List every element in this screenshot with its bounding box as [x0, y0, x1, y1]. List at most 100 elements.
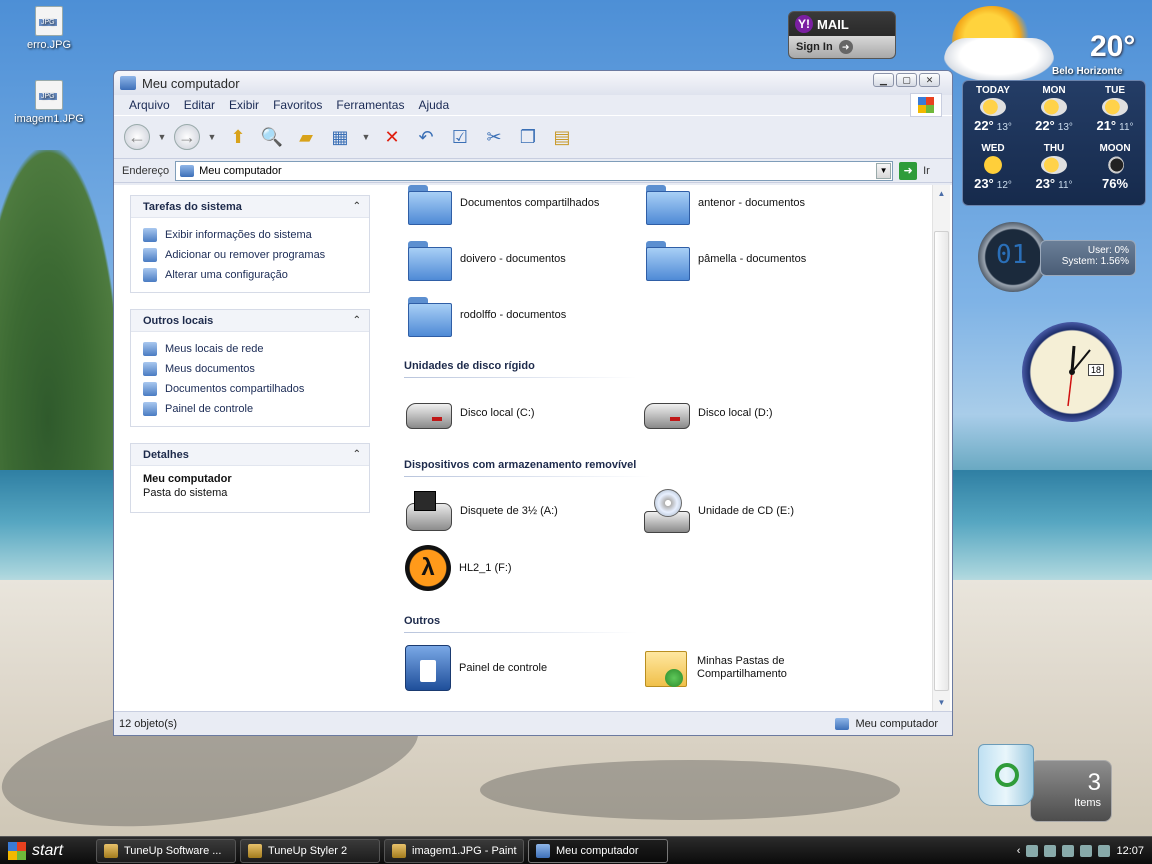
current-temperature: 20°: [1090, 30, 1136, 63]
cd-drive[interactable]: Unidade de CD (E:): [642, 489, 794, 533]
folders-button[interactable]: ▰: [292, 123, 320, 151]
taskbar-item-tuneup-software[interactable]: TuneUp Software ...: [96, 838, 236, 863]
tray-clock[interactable]: 12:07: [1116, 845, 1144, 857]
content-area: Tarefas do sistema ⌃ Exibir informações …: [114, 185, 952, 711]
place-my-documents[interactable]: Meus documentos: [143, 359, 357, 379]
weather-widget[interactable]: TODAY 22° 13° MON 22° 13° TUE 21° 11° WED 2…: [962, 80, 1146, 206]
tray-expand-icon[interactable]: ‹: [1017, 845, 1021, 857]
task-add-remove-programs[interactable]: Adicionar ou remover programas: [143, 245, 357, 265]
status-bar: 12 objeto(s) Meu computador: [114, 711, 952, 735]
scroll-up-icon[interactable]: ▲: [933, 185, 950, 202]
window-title: Meu computador: [142, 75, 240, 91]
views-button[interactable]: ▦: [326, 123, 354, 151]
folder-item[interactable]: pâmella - documentos: [644, 239, 806, 281]
desktop-icon-label: erro.JPG: [26, 39, 71, 51]
go-arrow-icon[interactable]: ➜: [899, 161, 918, 180]
folder-item[interactable]: doivero - documentos: [406, 239, 566, 281]
address-input[interactable]: Meu computador ▼: [175, 160, 894, 181]
menu-ajuda[interactable]: Ajuda: [411, 98, 456, 112]
menu-favoritos[interactable]: Favoritos: [266, 98, 329, 112]
paste-button[interactable]: ▤: [548, 123, 576, 151]
volume-icon[interactable]: [1098, 845, 1111, 857]
menu-ferramentas[interactable]: Ferramentas: [329, 98, 411, 112]
recycle-bin-count: 3: [1087, 769, 1101, 796]
up-folder-button[interactable]: ⬆: [224, 123, 252, 151]
folder-item[interactable]: rodolffo - documentos: [406, 295, 566, 337]
folder-item[interactable]: antenor - documentos: [644, 183, 806, 225]
address-dropdown-icon[interactable]: ▼: [876, 162, 892, 179]
vertical-scrollbar[interactable]: ▲ ▼: [932, 185, 950, 711]
minimize-button[interactable]: ▁: [873, 73, 894, 87]
collapse-icon[interactable]: ⌃: [353, 201, 361, 212]
back-button[interactable]: ←: [124, 124, 150, 150]
collapse-icon[interactable]: ⌃: [353, 315, 361, 326]
cut-button[interactable]: ✂: [480, 123, 508, 151]
place-network[interactable]: Meus locais de rede: [143, 339, 357, 359]
back-dropdown-icon[interactable]: ▼: [156, 123, 168, 151]
close-button[interactable]: ✕: [919, 73, 940, 87]
copy-button[interactable]: ❐: [514, 123, 542, 151]
yahoo-mail-widget: Y! MAIL Sign In ➜: [788, 11, 896, 59]
network-icon[interactable]: [1026, 845, 1039, 857]
collapse-icon[interactable]: ⌃: [353, 449, 361, 460]
task-view-system-info[interactable]: Exibir informações do sistema: [143, 225, 357, 245]
start-button[interactable]: start: [0, 837, 96, 864]
menu-exibir[interactable]: Exibir: [222, 98, 266, 112]
item-label: Disquete de 3½ (A:): [460, 505, 558, 517]
taskbar-item-paint[interactable]: imagem1.JPG - Paint: [384, 838, 524, 863]
maximize-button[interactable]: ▢: [896, 73, 917, 87]
forecast-temp: 23° 11°: [1035, 176, 1073, 191]
undo-button[interactable]: ↶: [412, 123, 440, 151]
properties-button[interactable]: ☑: [446, 123, 474, 151]
search-button[interactable]: 🔍: [258, 123, 286, 151]
taskbar-item-tuneup-styler[interactable]: TuneUp Styler 2: [240, 838, 380, 863]
item-label: Documentos compartilhados: [460, 197, 600, 209]
taskbar-item-my-computer[interactable]: Meu computador: [528, 838, 668, 863]
forward-dropdown-icon[interactable]: ▼: [206, 123, 218, 151]
moon-phase: 76%: [1101, 176, 1129, 191]
cpu-meter-gauge[interactable]: 01: [978, 222, 1048, 292]
tray-app-icon[interactable]: [1080, 845, 1093, 857]
forward-button[interactable]: →: [174, 124, 200, 150]
delete-button[interactable]: ✕: [378, 123, 406, 151]
partly-cloudy-icon: [980, 98, 1006, 116]
recycle-bin-icon[interactable]: [978, 744, 1034, 806]
system-tasks-panel: Tarefas do sistema ⌃ Exibir informações …: [130, 195, 370, 293]
place-shared-documents[interactable]: Documentos compartilhados: [143, 379, 357, 399]
menu-arquivo[interactable]: Arquivo: [122, 98, 177, 112]
partly-cloudy-icon: [1041, 156, 1067, 174]
scroll-down-icon[interactable]: ▼: [933, 694, 950, 711]
floppy-drive[interactable]: Disquete de 3½ (A:): [404, 489, 558, 533]
shared-folders-item[interactable]: Minhas Pastas de Compartilhamento: [643, 645, 787, 691]
clock-widget[interactable]: 18: [1022, 322, 1122, 422]
scroll-thumb[interactable]: [934, 231, 949, 691]
tray-app-icon[interactable]: [1062, 845, 1075, 857]
panel-header[interactable]: Outros locais ⌃: [131, 310, 369, 332]
folder-icon: [644, 239, 690, 281]
views-dropdown-icon[interactable]: ▼: [360, 123, 372, 151]
forecast-day: THU: [1043, 143, 1065, 154]
panel-header[interactable]: Tarefas do sistema ⌃: [131, 196, 369, 218]
task-change-setting[interactable]: Alterar uma configuração: [143, 265, 357, 285]
yahoo-signin-button[interactable]: Sign In ➜: [789, 36, 895, 58]
status-object-count: 12 objeto(s): [119, 717, 178, 730]
go-button[interactable]: Ir: [923, 165, 930, 177]
sun-icon: [980, 156, 1006, 174]
forecast-thu: THU 23° 11°: [1024, 143, 1084, 191]
title-bar[interactable]: Meu computador ▁ ▢ ✕: [114, 71, 952, 95]
system-tray: ‹ 12:07: [1002, 837, 1152, 864]
panel-header[interactable]: Detalhes ⌃: [131, 444, 369, 466]
tray-app-icon[interactable]: [1044, 845, 1057, 857]
item-label: antenor - documentos: [698, 197, 806, 209]
menu-editar[interactable]: Editar: [177, 98, 222, 112]
desktop-icon-erro[interactable]: erro.JPG: [14, 6, 84, 51]
drive-d[interactable]: Disco local (D:): [642, 395, 773, 431]
desktop-icon-imagem1[interactable]: imagem1.JPG: [14, 80, 84, 125]
control-panel-item[interactable]: Painel de controle: [405, 645, 547, 691]
drive-c[interactable]: Disco local (C:): [404, 395, 535, 431]
address-label: Endereço: [122, 164, 170, 177]
folder-item[interactable]: Documentos compartilhados: [406, 183, 600, 225]
hl2-drive[interactable]: λ HL2_1 (F:): [405, 545, 512, 591]
place-control-panel[interactable]: Painel de controle: [143, 399, 357, 419]
forecast-tue: TUE 21° 11°: [1085, 85, 1145, 133]
